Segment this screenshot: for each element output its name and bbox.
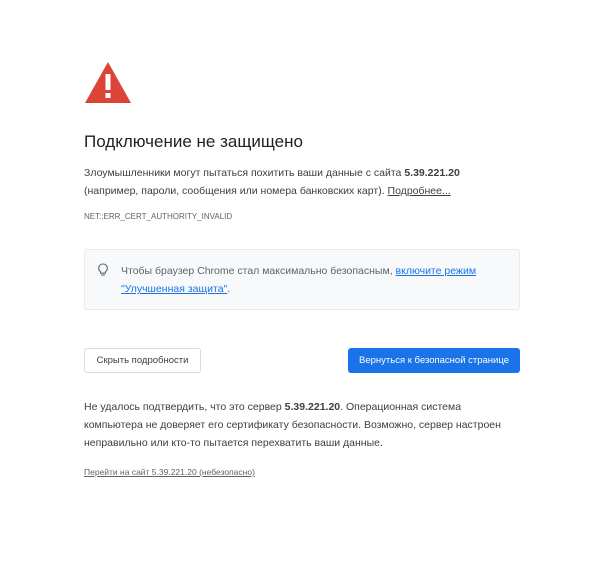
page-title: Подключение не защищено — [84, 132, 303, 151]
details-message: Не удалось подтвердить, что это сервер 5… — [84, 398, 520, 452]
enhanced-protection-text: Чтобы браузер Chrome стал максимально бе… — [121, 262, 501, 298]
enhanced-protection-suffix: . — [227, 283, 231, 295]
details-text-prefix: Не удалось подтвердить, что это сервер — [84, 401, 285, 413]
warning-host: 5.39.221.20 — [404, 167, 460, 179]
lightbulb-icon — [98, 263, 108, 276]
back-to-safety-button[interactable]: Вернуться к безопасной странице — [348, 348, 520, 373]
enhanced-protection-box: Чтобы браузер Chrome стал максимально бе… — [84, 249, 520, 310]
enhanced-protection-prefix: Чтобы браузер Chrome стал максимально бе… — [121, 265, 396, 277]
learn-more-link[interactable]: Подробнее... — [388, 185, 451, 197]
warning-triangle-icon — [85, 62, 131, 103]
proceed-unsafe-link[interactable]: Перейти на сайт 5.39.221.20 (небезопасно… — [84, 467, 255, 477]
hide-details-button[interactable]: Скрыть подробности — [84, 348, 201, 373]
warning-text-prefix: Злоумышленники могут пытаться похитить в… — [84, 167, 405, 179]
warning-message: Злоумышленники могут пытаться похитить в… — [84, 164, 524, 200]
details-host: 5.39.221.20 — [284, 401, 341, 413]
warning-text-line2: (например, пароли, сообщения или номера … — [84, 185, 388, 197]
error-code: NET::ERR_CERT_AUTHORITY_INVALID — [84, 212, 233, 221]
